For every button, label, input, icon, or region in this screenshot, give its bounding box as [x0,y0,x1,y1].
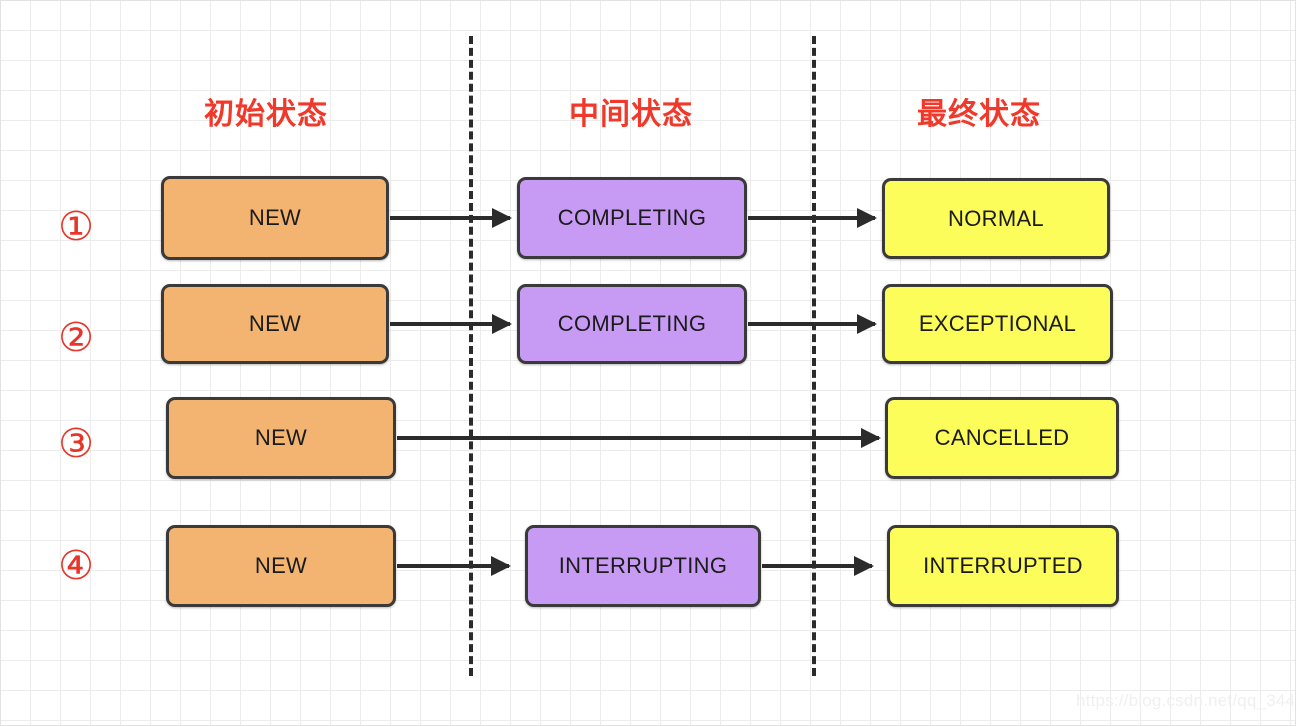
row-index-2: ② [58,315,94,361]
state-node-exceptional: EXCEPTIONAL [882,284,1113,364]
transition-arrow-1-a [390,216,510,220]
state-node-completing-2: COMPLETING [517,284,747,364]
state-node-completing-1: COMPLETING [517,177,747,259]
divider-intermediate-final [812,36,816,676]
diagram-canvas: 初始状态 中间状态 最终状态 ① NEW COMPLETING NORMAL ②… [0,0,1296,726]
transition-arrow-4-a [397,564,509,568]
state-node-interrupting: INTERRUPTING [525,525,761,607]
row-index-4: ④ [58,543,94,589]
state-node-interrupted: INTERRUPTED [887,525,1119,607]
state-node-normal: NORMAL [882,178,1110,259]
column-header-initial-state: 初始状态 [204,97,328,132]
transition-arrow-4-b [762,564,872,568]
row-index-1: ① [58,204,94,250]
state-node-new-3: NEW [166,397,396,479]
column-header-intermediate-state: 中间状态 [569,97,693,132]
transition-arrow-1-b [748,216,875,220]
state-node-new-4: NEW [166,525,396,607]
transition-arrow-2-b [748,322,875,326]
state-node-cancelled: CANCELLED [885,397,1119,479]
watermark: https://blog.csdn.net/qq_34436819 [1076,691,1296,710]
transition-arrow-2-a [390,322,510,326]
state-node-new-2: NEW [161,284,389,364]
divider-initial-intermediate [469,36,473,676]
row-index-3: ③ [58,421,94,467]
column-header-final-state: 最终状态 [917,97,1041,132]
transition-arrow-3-a [397,436,879,440]
state-node-new-1: NEW [161,176,389,260]
